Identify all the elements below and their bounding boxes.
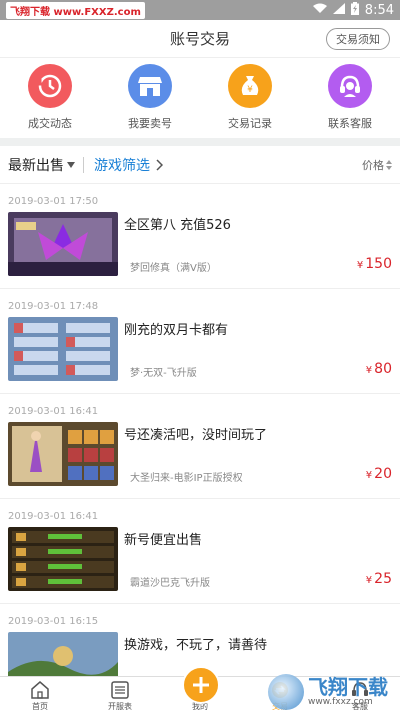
currency-symbol: ¥ [356,260,364,271]
headset-icon [328,64,372,108]
add-fab-button[interactable] [182,666,220,704]
quick-item-service[interactable]: 联系客服 [305,64,395,138]
price-value: 80 [374,361,392,377]
watermark-url: www.fxxz.com [308,697,373,707]
listing-item[interactable]: 2019-03-01 16:41 号还凑活吧，没时间玩了 大圣归来-电影IP正版… [0,394,400,499]
listing-title: 全区第八 充值526 [124,218,231,233]
listing-date: 2019-03-01 17:50 [8,196,99,207]
game-filter-label: 游戏筛选 [94,157,150,174]
quick-label-sell: 我要卖号 [128,117,172,130]
listing-price: ¥25 [366,571,392,587]
listing-title: 换游戏，不玩了，请善待 [124,638,268,653]
shop-icon [128,64,172,108]
quick-label-records: 交易记录 [228,117,272,130]
status-bar: 飞翔下载 www.FXXZ.com 8:54 [0,0,400,20]
listing-date: 2019-03-01 16:41 [8,511,99,522]
plus-icon [193,677,209,693]
svg-text:¥: ¥ [247,85,253,95]
listing-game: 梦回修真（满V版） [130,263,217,274]
listing-date: 2019-03-01 16:15 [8,616,99,627]
nav-label-server-list: 开服表 [108,702,132,711]
page-title: 账号交易 [169,30,230,48]
deal-icon [28,64,72,108]
listing-list: 2019-03-01 17:50 全区第八 充值526 梦回修真（满V版） ¥1… [0,184,400,709]
nav-home[interactable]: 首页 [0,681,80,714]
listing-game: 大圣归来-电影IP正版授权 [130,473,243,484]
price-value: 150 [365,256,392,272]
watermark-logo-icon [268,674,304,710]
price-value: 25 [374,571,392,587]
watermark-name: 飞翔下载 [308,675,388,699]
quick-item-records[interactable]: ¥ 交易记录 [205,64,295,138]
money-bag-icon: ¥ [228,64,272,108]
quick-item-deals[interactable]: 成交动态 [5,64,95,138]
triangle-down-icon [67,161,75,168]
trade-notice-button[interactable]: 交易须知 [326,28,390,50]
listing-thumbnail [8,212,118,276]
battery-icon [350,1,359,19]
home-icon [31,681,49,699]
quick-label-deals: 成交动态 [28,117,72,130]
quick-label-service: 联系客服 [328,117,372,130]
status-watermark: 飞翔下载 www.FXXZ.com [6,1,145,19]
filter-divider [83,156,84,173]
title-bar: 账号交易 交易须知 [0,20,400,58]
currency-symbol: ¥ [365,470,373,481]
filter-bar: 最新出售 游戏筛选 价格 [0,146,400,184]
status-time: 8:54 [364,2,394,18]
sort-dropdown[interactable]: 最新出售 [8,155,75,175]
price-sort-button[interactable]: 价格 [362,157,392,173]
section-divider [0,138,400,146]
wifi-icon [312,3,327,18]
listing-price: ¥20 [366,466,392,482]
listing-thumbnail [8,422,118,486]
currency-symbol: ¥ [365,365,373,376]
listing-item[interactable]: 2019-03-01 17:48 刚充的双月卡都有 梦·无双-飞升版 ¥80 [0,289,400,394]
quick-menu: 成交动态 我要卖号 ¥ 交易记录 联系客服 [0,58,400,138]
price-value: 20 [374,466,392,482]
listing-date: 2019-03-01 17:48 [8,301,99,312]
app-root: 飞翔下载 www.FXXZ.com 8:54 账号交易 交易须知 成交动态 我要… [0,0,400,714]
listing-price: ¥80 [366,361,392,377]
listing-price: ¥150 [357,256,392,272]
listing-date: 2019-03-01 16:41 [8,406,99,417]
chevron-right-icon [156,158,163,171]
nav-server-list[interactable]: 开服表 [80,681,160,714]
listing-title: 刚充的双月卡都有 [124,323,229,338]
price-label: 价格 [362,158,384,172]
nav-label-home: 首页 [32,702,48,711]
listing-item[interactable]: 2019-03-01 16:41 新号便宜出售 霸道沙巴克飞升版 ¥25 [0,499,400,604]
sort-arrows-icon [386,159,392,170]
signal-icon [332,2,345,18]
status-right: 8:54 [312,1,394,19]
listing-item[interactable]: 2019-03-01 17:50 全区第八 充值526 梦回修真（满V版） ¥1… [0,184,400,289]
site-watermark: 飞翔下载 www.fxxz.com [268,673,396,711]
sort-label: 最新出售 [8,157,64,174]
listing-game: 霸道沙巴克飞升版 [130,578,210,589]
list-icon [111,681,129,699]
watermark-text: 飞翔下载 www.fxxz.com [308,677,388,707]
quick-item-sell[interactable]: 我要卖号 [105,64,195,138]
game-filter-button[interactable]: 游戏筛选 [94,155,163,175]
listing-thumbnail [8,527,118,591]
listing-thumbnail [8,317,118,381]
listing-game: 梦·无双-飞升版 [130,368,197,379]
currency-symbol: ¥ [365,575,373,586]
listing-title: 新号便宜出售 [124,533,203,548]
listing-title: 号还凑活吧，没时间玩了 [124,428,268,443]
